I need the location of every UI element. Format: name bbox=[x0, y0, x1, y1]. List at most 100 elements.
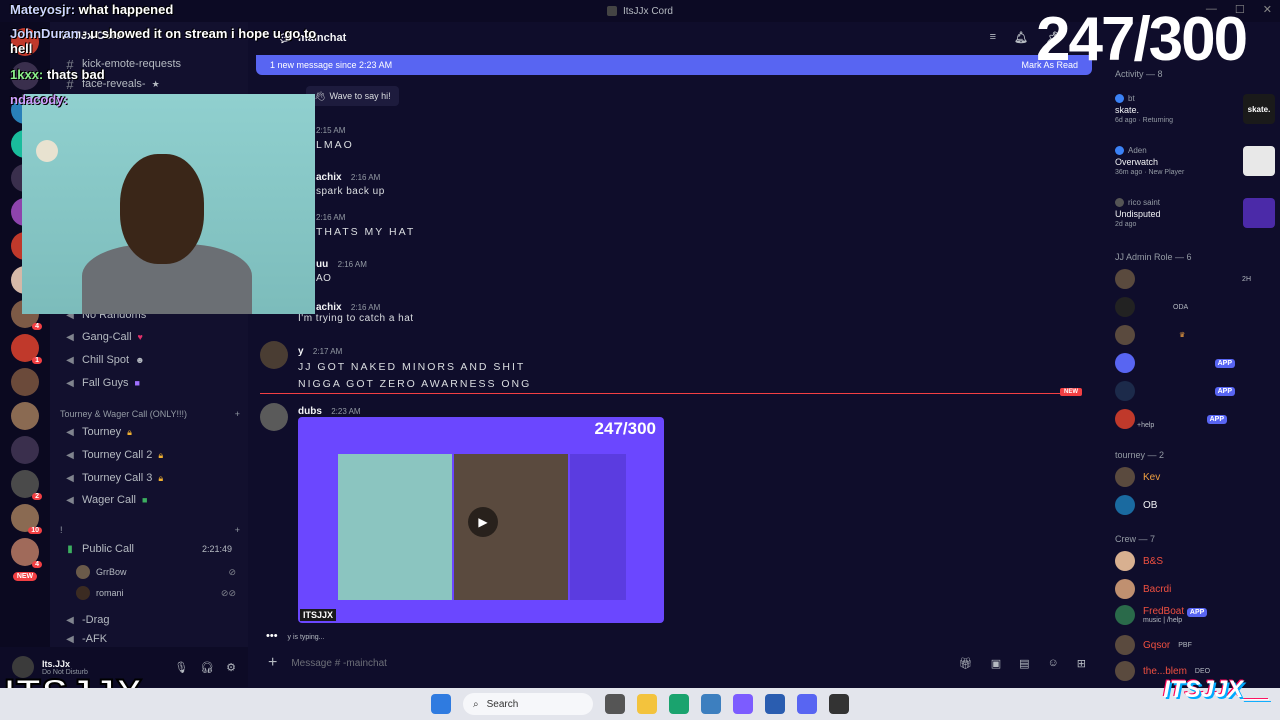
speaker-icon: ◀ bbox=[66, 331, 74, 343]
apps-icon[interactable]: ⊞ bbox=[1077, 657, 1086, 670]
new-servers-pill[interactable]: NEW bbox=[12, 572, 38, 581]
bell-icon[interactable]: 🔔︎ bbox=[1014, 31, 1028, 44]
avatar bbox=[76, 565, 90, 579]
message[interactable]: uu 2:16 AM AO bbox=[316, 256, 1136, 284]
voice-user[interactable]: GrrBow ⊘ bbox=[76, 563, 236, 581]
add-channel-icon[interactable]: + bbox=[235, 525, 240, 535]
voice-channel-tourney-call-2[interactable]: ◀ Tourney Call 2 🔒︎ bbox=[58, 445, 240, 465]
voice-channel-fall-guys[interactable]: ◀ Fall Guys ■ bbox=[58, 373, 240, 393]
message-time: 2:16 AM bbox=[350, 303, 381, 312]
member-row[interactable]: Bacrdi bbox=[1115, 578, 1275, 600]
close-button[interactable]: ✕ bbox=[1263, 3, 1272, 16]
play-icon[interactable]: ▶ bbox=[468, 507, 498, 537]
app-icon[interactable] bbox=[701, 694, 721, 714]
message[interactable]: 2:16 AM THATS MY HAT bbox=[316, 213, 1136, 238]
gear-icon[interactable]: ⚙ bbox=[226, 661, 236, 674]
task-view-icon[interactable] bbox=[605, 694, 625, 714]
gift-icon[interactable]: 🎁︎ bbox=[959, 657, 973, 670]
member-row[interactable]: APP bbox=[1115, 352, 1275, 374]
avatar bbox=[1115, 551, 1135, 571]
category-misc[interactable]: ! + bbox=[58, 522, 240, 538]
server-icon[interactable] bbox=[11, 436, 39, 464]
emoji-icon[interactable]: ☺ bbox=[1048, 657, 1059, 670]
speaker-icon: ◀ bbox=[66, 614, 74, 626]
member-name: Gqsor bbox=[1143, 639, 1171, 651]
activity-card[interactable]: rico saint Undisputed 2d ago bbox=[1115, 198, 1275, 228]
category-label: ! bbox=[60, 525, 63, 535]
app-icon bbox=[606, 6, 617, 16]
member-row[interactable]: B&S bbox=[1115, 550, 1275, 572]
app-icon[interactable] bbox=[733, 694, 753, 714]
voice-channel-tourney[interactable]: ◀ Tourney 🔒︎ bbox=[58, 422, 240, 442]
windows-start-icon[interactable] bbox=[431, 694, 451, 714]
message[interactable]: achix 2:16 AM bbox=[316, 299, 1136, 313]
message-time: 2:15 AM bbox=[316, 126, 346, 135]
voice-channel-gang-call[interactable]: ◀ Gang-Call ♥ bbox=[58, 327, 240, 347]
voice-channel-afk[interactable]: ◀ -AFK bbox=[58, 632, 240, 646]
discord-icon[interactable] bbox=[797, 694, 817, 714]
voice-channel-chill-spot[interactable]: ◀ Chill Spot ☻ bbox=[58, 350, 240, 370]
activity-card[interactable]: Aden Overwatch 36m ago · New Player bbox=[1115, 146, 1275, 176]
voice-channel-tourney-call-3[interactable]: ◀ Tourney Call 3 🔒︎ bbox=[58, 468, 240, 488]
message-time: 2:16 AM bbox=[337, 260, 367, 269]
taskbar-search[interactable]: ⌕ Search bbox=[463, 693, 593, 715]
wave-button[interactable]: 👋︎ Wave to say hi! bbox=[306, 86, 399, 106]
voice-channel-wager-call[interactable]: ◀ Wager Call ■ bbox=[58, 490, 240, 510]
gif-icon[interactable]: ▣ bbox=[991, 657, 1001, 670]
server-icon[interactable]: 4 bbox=[11, 538, 42, 568]
server-icon[interactable]: 1 bbox=[11, 334, 42, 364]
obs-icon[interactable] bbox=[829, 694, 849, 714]
message[interactable]: 2:15 AM LMAO bbox=[316, 126, 1136, 151]
message-author[interactable]: achix bbox=[316, 302, 342, 313]
server-icon[interactable] bbox=[11, 368, 39, 396]
message-input[interactable]: Message # -mainchat bbox=[291, 658, 387, 669]
member-row[interactable]: OB bbox=[1115, 494, 1275, 516]
add-channel-icon[interactable]: + bbox=[235, 409, 240, 419]
voice-channel-public-call[interactable]: ▮ Public Call 2:21:49 bbox=[58, 539, 240, 559]
tourney-heading: tourney — 2 bbox=[1115, 450, 1165, 460]
headphones-icon[interactable]: 🎧︎ bbox=[200, 661, 214, 674]
attach-plus-icon[interactable]: + bbox=[268, 654, 277, 672]
voice-user[interactable]: romani ⊘⊘ bbox=[76, 584, 236, 602]
speaker-icon: ◀ bbox=[66, 449, 74, 461]
voice-channel-drag[interactable]: ◀ -Drag bbox=[58, 610, 240, 630]
message-author[interactable]: achix bbox=[316, 172, 342, 183]
member-row[interactable]: ODA bbox=[1115, 296, 1275, 318]
avatar bbox=[1115, 269, 1135, 289]
member-row[interactable]: APP bbox=[1115, 380, 1275, 402]
new-messages-text: 1 new message since 2:23 AM bbox=[270, 60, 393, 70]
member-row[interactable]: Gqsor PBF bbox=[1115, 634, 1275, 656]
message[interactable]: y 2:17 AM JJ GOT NAKED MINORS AND SHIT N… bbox=[298, 343, 1118, 390]
video-attachment[interactable]: 247/300 ▶ ITSJJX bbox=[298, 417, 664, 623]
avatar bbox=[1115, 297, 1135, 317]
edge-icon[interactable] bbox=[669, 694, 689, 714]
server-icon[interactable]: 2 bbox=[11, 470, 42, 500]
store-icon[interactable] bbox=[765, 694, 785, 714]
category-tourney[interactable]: Tourney & Wager Call (ONLY!!!) + bbox=[58, 406, 240, 422]
microphone-icon[interactable]: 🎙︎ bbox=[174, 661, 188, 674]
member-row[interactable]: Kev bbox=[1115, 466, 1275, 488]
activity-card[interactable]: bt skate. 6d ago · Returning skate. bbox=[1115, 94, 1275, 124]
message-composer[interactable]: + Message # -mainchat 🎁︎ ▣ ▤ ☺ ⊞ bbox=[258, 650, 1098, 676]
member-row[interactable]: FredBoat APP music | /help bbox=[1115, 602, 1275, 628]
server-icon[interactable]: 10 bbox=[11, 504, 42, 534]
member-name: the...blem bbox=[1143, 665, 1187, 677]
member-row[interactable]: 2H bbox=[1115, 268, 1275, 290]
file-explorer-icon[interactable] bbox=[637, 694, 657, 714]
chatter-name: JohnDuran bbox=[10, 26, 79, 41]
app-tag: APP bbox=[1186, 608, 1208, 617]
member-name: B&S bbox=[1143, 555, 1164, 567]
message-author[interactable]: uu bbox=[316, 259, 328, 270]
new-messages-banner[interactable]: 1 new message since 2:23 AM Mark As Read bbox=[256, 55, 1092, 75]
message-author[interactable]: y bbox=[298, 346, 304, 357]
member-row[interactable]: ♛ bbox=[1115, 324, 1275, 346]
message-continuation[interactable]: I'm trying to catch a hat bbox=[298, 313, 1118, 324]
message[interactable]: achix 2:16 AM spark back up bbox=[316, 169, 1136, 197]
threads-icon[interactable]: ≡ bbox=[990, 31, 996, 44]
avatar[interactable] bbox=[260, 341, 288, 369]
server-icon[interactable] bbox=[11, 402, 39, 430]
sticker-icon[interactable]: ▤ bbox=[1019, 657, 1029, 670]
avatar[interactable] bbox=[260, 403, 288, 431]
message[interactable]: dubs 2:23 AM bbox=[298, 403, 1118, 417]
message-author[interactable]: dubs bbox=[298, 406, 322, 417]
